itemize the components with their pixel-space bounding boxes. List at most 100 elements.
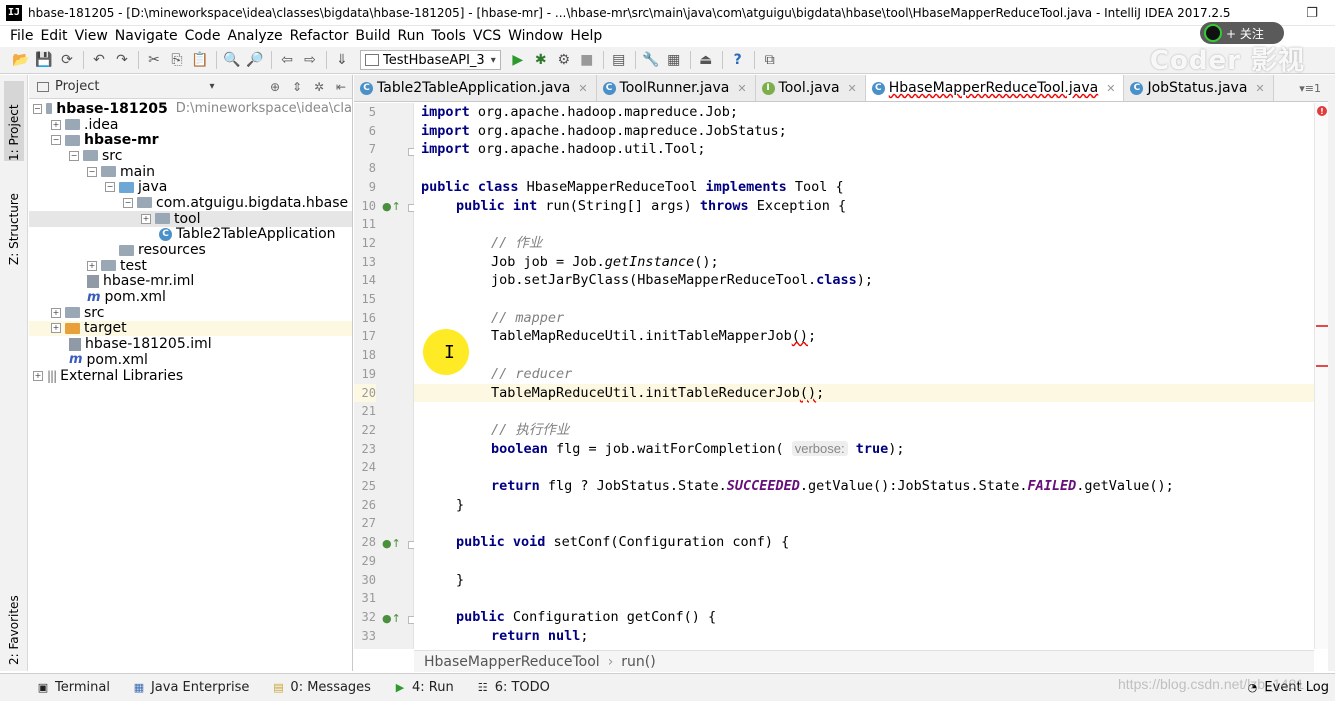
tree-item-src[interactable]: − src [29,148,352,164]
editor-gutter[interactable]: 5 6 7 8 9 10 11 12 13 14 15 16 17 18 19 … [354,103,444,649]
run-tool-button[interactable]: ▶ 4: Run [393,680,454,695]
copy-icon[interactable]: ⎘ [166,49,188,71]
tree-item-package[interactable]: − com.atguigu.bigdata.hbase [29,195,352,211]
forward-icon[interactable]: ⇨ [299,49,321,71]
error-indicator-icon[interactable]: ! [1317,106,1327,116]
menu-navigate[interactable]: Navigate [115,28,178,44]
hide-panel-icon[interactable]: ⇤ [330,80,352,94]
tree-item-hbase-mr[interactable]: − hbase-mr [29,132,352,148]
save-all-icon[interactable]: 💾 [33,49,55,71]
menu-file[interactable]: File [10,28,33,44]
menu-tools[interactable]: Tools [431,28,466,44]
menu-analyze[interactable]: Analyze [227,28,282,44]
scroll-from-source-icon[interactable]: ⊕ [264,80,286,94]
tree-item-test[interactable]: + test [29,258,352,274]
project-view-select[interactable]: Project [55,79,99,94]
menu-run[interactable]: Run [398,28,425,44]
expand-icon[interactable]: + [51,307,61,318]
tree-item-root-pom[interactable]: m pom.xml [29,352,352,368]
project-tool-button[interactable]: 1: Project [4,81,24,161]
tree-item-main[interactable]: − main [29,164,352,180]
run-icon[interactable]: ▶ [507,49,529,71]
tab-hbasemapperreducetool[interactable]: C HbaseMapperReduceTool.java ✕ [865,75,1125,101]
open-folder-icon[interactable]: 📂 [10,49,32,71]
menu-vcs[interactable]: VCS [473,28,501,44]
tab-tool[interactable]: I Tool.java ✕ [755,75,866,101]
close-icon[interactable]: ✕ [737,82,746,95]
help-icon[interactable]: ? [727,49,749,71]
menu-view[interactable]: View [75,28,108,44]
terminal-tool-button[interactable]: ▣ Terminal [36,680,110,695]
code-editor[interactable]: import org.apache.hadoop.mapreduce.Job; … [414,103,1314,649]
tree-item-java[interactable]: − java [29,179,352,195]
close-icon[interactable]: ✕ [578,82,587,95]
menu-window[interactable]: Window [508,28,563,44]
tree-item-src-root[interactable]: + src [29,305,352,321]
debug-icon[interactable]: ✱ [530,49,552,71]
tree-item-table2table[interactable]: C Table2TableApplication [29,226,352,242]
tree-item-root-iml[interactable]: hbase-181205.iml [29,336,352,352]
collapse-icon[interactable]: − [51,135,61,146]
back-icon[interactable]: ⇦ [276,49,298,71]
vcs-icon[interactable]: ▤ [608,49,630,71]
collapse-icon[interactable]: − [87,166,97,177]
cut-icon[interactable]: ✂ [143,49,165,71]
java-enterprise-tool-button[interactable]: ▦ Java Enterprise [132,680,250,695]
collapse-all-icon[interactable]: ⇕ [286,80,308,94]
tree-item-target[interactable]: + target [29,320,352,336]
plugins-icon[interactable]: ⧉ [759,49,781,71]
expand-icon[interactable]: + [51,323,61,334]
menu-code[interactable]: Code [185,28,221,44]
error-marker[interactable] [1316,365,1328,367]
run-config-select[interactable]: TestHbaseAPI_3 ▾ [360,50,501,70]
implements-method-icon[interactable]: ●↑ [382,200,401,213]
todo-tool-button[interactable]: ☷ 6: TODO [476,680,550,695]
synchronize-icon[interactable]: ⟳ [56,49,78,71]
build-project-icon[interactable]: ⇓ [331,49,353,71]
stop-icon[interactable]: ■ [576,49,598,71]
collapse-icon[interactable]: − [69,150,79,161]
chevron-down-icon[interactable]: ▾ [209,81,214,92]
project-structure-icon[interactable]: ▦ [663,49,685,71]
gear-icon[interactable]: ✲ [308,80,330,94]
close-icon[interactable]: ✕ [1106,82,1115,95]
favorites-tool-button[interactable]: 2: Favorites [4,575,24,665]
breadcrumb-class[interactable]: HbaseMapperReduceTool [424,654,600,670]
collapse-icon[interactable]: − [123,197,133,208]
paste-icon[interactable]: 📋 [189,49,211,71]
tree-item-hbase-181205[interactable]: − hbase-181205 D:\mineworkspace\idea\cla [29,101,352,117]
sdk-icon[interactable]: ⏏ [695,49,717,71]
replace-icon[interactable]: 🔎 [244,49,266,71]
coverage-icon[interactable]: ⚙ [553,49,575,71]
tabs-overflow-button[interactable]: ▾≡1 [1299,82,1321,95]
implements-method-icon[interactable]: ●↑ [382,612,401,625]
breadcrumb-method[interactable]: run() [621,654,655,670]
expand-icon[interactable]: + [33,370,43,381]
collapse-icon[interactable]: − [33,103,42,114]
tab-jobstatus[interactable]: C JobStatus.java ✕ [1124,75,1274,101]
error-marker[interactable] [1316,325,1328,327]
undo-icon[interactable]: ↶ [88,49,110,71]
redo-icon[interactable]: ↷ [111,49,133,71]
menu-help[interactable]: Help [570,28,602,44]
find-icon[interactable]: 🔍 [221,49,243,71]
collapse-icon[interactable]: − [105,182,115,193]
structure-tool-button[interactable]: Z: Structure [4,173,24,265]
tree-item-pom-mr[interactable]: m pom.xml [29,289,352,305]
menu-edit[interactable]: Edit [40,28,67,44]
settings-icon[interactable]: 🔧 [640,49,662,71]
messages-tool-button[interactable]: ▤ 0: Messages [271,680,371,695]
close-icon[interactable]: ✕ [1255,82,1264,95]
menu-build[interactable]: Build [355,28,390,44]
tree-item-idea[interactable]: + .idea [29,117,352,133]
close-icon[interactable]: ✕ [848,82,857,95]
restore-window-button[interactable]: ❐ [1289,0,1335,26]
tree-item-resources[interactable]: resources [29,242,352,258]
tree-item-tool[interactable]: + tool [29,211,352,227]
tab-toolrunner[interactable]: C ToolRunner.java ✕ [596,75,756,101]
intellij-app-icon[interactable]: IJ [6,4,22,21]
expand-icon[interactable]: + [51,119,61,130]
error-stripe[interactable]: ! [1314,103,1328,649]
expand-icon[interactable]: + [87,260,97,271]
tree-item-hbase-mr-iml[interactable]: hbase-mr.iml [29,273,352,289]
